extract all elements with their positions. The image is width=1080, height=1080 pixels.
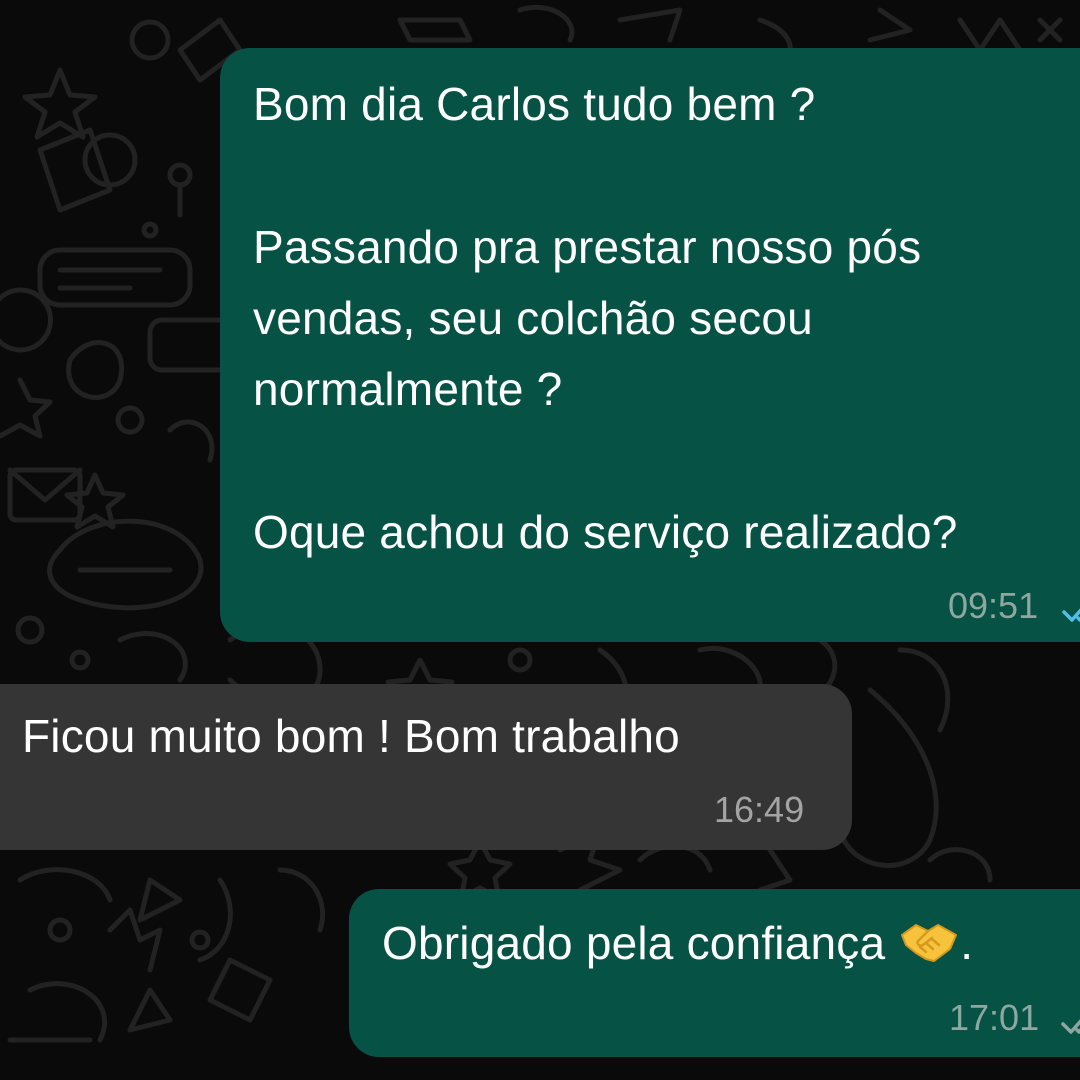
outgoing-message-bubble[interactable]: Obrigado pela confiança . 17:01 xyxy=(349,889,1080,1057)
chat-view[interactable]: Bom dia Carlos tudo bem ? Passando pra p… xyxy=(0,0,1080,1080)
message-trailing-text: . xyxy=(960,917,974,969)
message-timestamp: 16:49 xyxy=(714,789,805,830)
message-timestamp: 09:51 xyxy=(948,585,1039,626)
double-check-icon xyxy=(1061,1019,1080,1034)
message-text-line: Passando pra prestar nosso pós xyxy=(253,221,922,273)
message-timestamp: 17:01 xyxy=(949,997,1040,1038)
outgoing-message-bubble[interactable]: Bom dia Carlos tudo bem ? Passando pra p… xyxy=(220,48,1080,642)
incoming-message-bubble[interactable]: Ficou muito bom ! Bom trabalho 16:49 xyxy=(0,684,852,850)
message-text-line: Bom dia Carlos tudo bem ? xyxy=(253,78,816,130)
message-text-line: normalmente ? xyxy=(253,363,563,415)
handshake-icon xyxy=(901,924,958,962)
message-text-line: Ficou muito bom ! Bom trabalho xyxy=(22,710,680,762)
message-text-line: vendas, seu colchão secou xyxy=(253,292,813,344)
message-text-line: Obrigado pela confiança . xyxy=(382,907,973,979)
double-check-icon xyxy=(1062,608,1080,622)
message-text-line: Oque achou do serviço realizado? xyxy=(253,506,958,558)
message-text: Obrigado pela confiança xyxy=(382,917,886,969)
